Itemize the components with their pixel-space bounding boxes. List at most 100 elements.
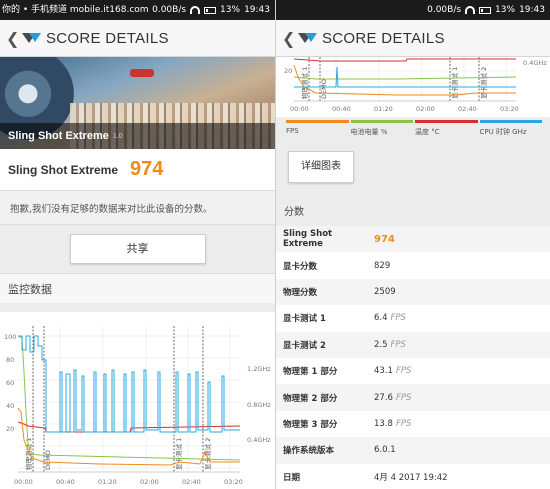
wifi-icon [190, 6, 201, 14]
battery-level: 13% [495, 5, 516, 15]
y-tick-20: 20 [284, 67, 292, 75]
battery-icon [204, 6, 217, 14]
clock: 19:43 [519, 5, 545, 15]
row-key: Sling Shot Extreme [283, 229, 333, 250]
row-unit: FPS [395, 418, 412, 429]
row-value: 27.6 [374, 392, 393, 403]
status-bar: 0.00B/s 13% 19:43 [276, 0, 550, 20]
x-tick-0000: 00:00 [14, 478, 33, 486]
x-tick-0040: 00:40 [332, 105, 351, 113]
row-value: 4月 4 2017 19:42 [374, 472, 448, 483]
table-row: 物理第 2 部分 27.6 FPS [276, 384, 550, 411]
share-row: 共享 [0, 225, 275, 273]
score-value: 974 [130, 158, 164, 180]
row-value: 43.1 [374, 366, 393, 377]
x-tick-0000: 00:00 [290, 105, 309, 113]
battery-level: 13% [220, 5, 241, 15]
table-row: 显卡分数 829 [276, 252, 550, 279]
right-tick-0.4ghz: 0.4GHz [523, 59, 547, 67]
table-row: 物理第 3 部分 13.8 FPS [276, 410, 550, 438]
scores-table: Sling Shot Extreme 974 显卡分数 829 物理分数 250… [276, 226, 550, 489]
legend-temperature: 温度 °C [415, 120, 478, 137]
monitor-chart-svg: 100 80 60 40 20 1.2GHz 0.8GHz 0.4GHz 00:… [4, 326, 271, 486]
x-tick-0120: 01:20 [374, 105, 393, 113]
monitor-chart-scrolled-svg: 20 0.4GHz 00:00 00:40 01:20 02:00 02:40 … [284, 57, 547, 113]
chart-legend: FPS 电池电量 % 温度 °C CPU 时钟 GHz [286, 120, 544, 137]
score-summary: Sling Shot Extreme 974 [0, 149, 275, 191]
test-name: Sling Shot Extreme [8, 162, 119, 177]
row-unit: FPS [390, 339, 406, 350]
marker-label-gt1: 显卡测试 1 [450, 67, 459, 99]
y-tick-40: 40 [6, 402, 14, 410]
row-value: 974 [374, 233, 395, 245]
detailed-chart-button[interactable]: 详细图表 [288, 151, 354, 183]
legend-battery: 电池电量 % [350, 120, 413, 137]
row-key: 显卡测试 1 [283, 314, 326, 325]
clock: 19:43 [244, 5, 270, 15]
monitor-chart-scrolled[interactable]: 20 0.4GHz 00:00 00:40 01:20 02:00 02:40 … [276, 57, 550, 117]
legend-fps: FPS [286, 120, 349, 137]
network-speed: 0.00B/s [152, 5, 187, 15]
row-value: 2509 [374, 286, 396, 297]
temperature-series [293, 58, 516, 62]
scores-heading: 分数 [284, 206, 304, 218]
x-tick-0320: 03:20 [500, 105, 519, 113]
row-value: 6.0.1 [374, 445, 396, 456]
right-tick-1.2ghz: 1.2GHz [247, 365, 271, 373]
row-key: 物理第 3 部分 [283, 419, 338, 430]
back-icon[interactable]: ❮ [6, 29, 20, 48]
monitor-heading: 监控数据 [0, 273, 275, 303]
page-title: SCORE DETAILS [46, 29, 169, 47]
battery-icon [479, 6, 492, 14]
table-row: 日期 4月 4 2017 19:42 [276, 463, 550, 489]
banner-version: 1.0 [112, 132, 123, 140]
x-tick-0200: 02:00 [140, 478, 159, 486]
3dmark-logo-icon [22, 31, 41, 45]
row-value: 6.4 [374, 313, 388, 324]
marker-label-demo: DEMO [44, 450, 52, 470]
row-key: 操作系统版本 [283, 446, 335, 457]
row-key: 显卡测试 2 [283, 340, 326, 351]
comparison-note: 抱歉,我们没有足够的数据来对比此设备的分数。 [0, 191, 275, 225]
share-button[interactable]: 共享 [69, 234, 206, 264]
legend-cpu-clock: CPU 时钟 GHz [479, 120, 542, 137]
app-bar: ❮ SCORE DETAILS [276, 20, 550, 57]
watermark: 你的 • 手机频道 mobile.it168.com [2, 5, 149, 15]
x-tick-0240: 02:40 [458, 105, 477, 113]
table-row: 物理第 1 部分 43.1 FPS [276, 357, 550, 385]
3dmark-logo-icon [298, 31, 317, 45]
back-icon[interactable]: ❮ [282, 29, 296, 48]
banner-title: Sling Shot Extreme [8, 130, 109, 142]
y-tick-80: 80 [6, 356, 14, 364]
page-title: SCORE DETAILS [322, 29, 445, 47]
x-tick-0120: 01:20 [98, 478, 117, 486]
row-unit: FPS [395, 366, 412, 377]
row-key: 物理分数 [283, 287, 318, 298]
row-key: 物理第 2 部分 [283, 393, 338, 404]
table-row: 显卡测试 1 6.4 FPS [276, 305, 550, 332]
y-tick-60: 60 [6, 379, 14, 387]
right-screen: 0.00B/s 13% 19:43 ❮ SCORE DETAILS 20 0.4… [275, 0, 550, 489]
network-speed: 0.00B/s [427, 5, 462, 15]
y-tick-100: 100 [4, 333, 16, 341]
row-key: 物理第 1 部分 [283, 367, 338, 378]
y-tick-20: 20 [6, 425, 14, 433]
marker-label-gt1: 显卡测试 1 [174, 438, 183, 470]
table-row: Sling Shot Extreme 974 [276, 226, 550, 253]
monitor-chart[interactable]: 100 80 60 40 20 1.2GHz 0.8GHz 0.4GHz 00:… [0, 312, 275, 489]
row-key: 日期 [283, 472, 301, 483]
banner-ship-art [130, 69, 154, 77]
row-value: 13.8 [374, 418, 393, 429]
wifi-icon [465, 6, 476, 14]
table-row: 物理分数 2509 [276, 278, 550, 306]
x-tick-0200: 02:00 [416, 105, 435, 113]
banner-caption: Sling Shot Extreme 1.0 [0, 123, 275, 149]
marker-label-gt2: 显卡测试 2 [479, 67, 488, 99]
right-tick-0.4ghz: 0.4GHz [247, 436, 271, 444]
table-row: 显卡测试 2 2.5 FPS [276, 331, 550, 358]
row-key: 显卡分数 [283, 261, 318, 272]
marker-label-demo: DEMO [320, 79, 328, 99]
cpu-clock-series [18, 335, 240, 433]
row-value: 829 [374, 260, 391, 271]
app-bar: ❮ SCORE DETAILS [0, 20, 275, 57]
